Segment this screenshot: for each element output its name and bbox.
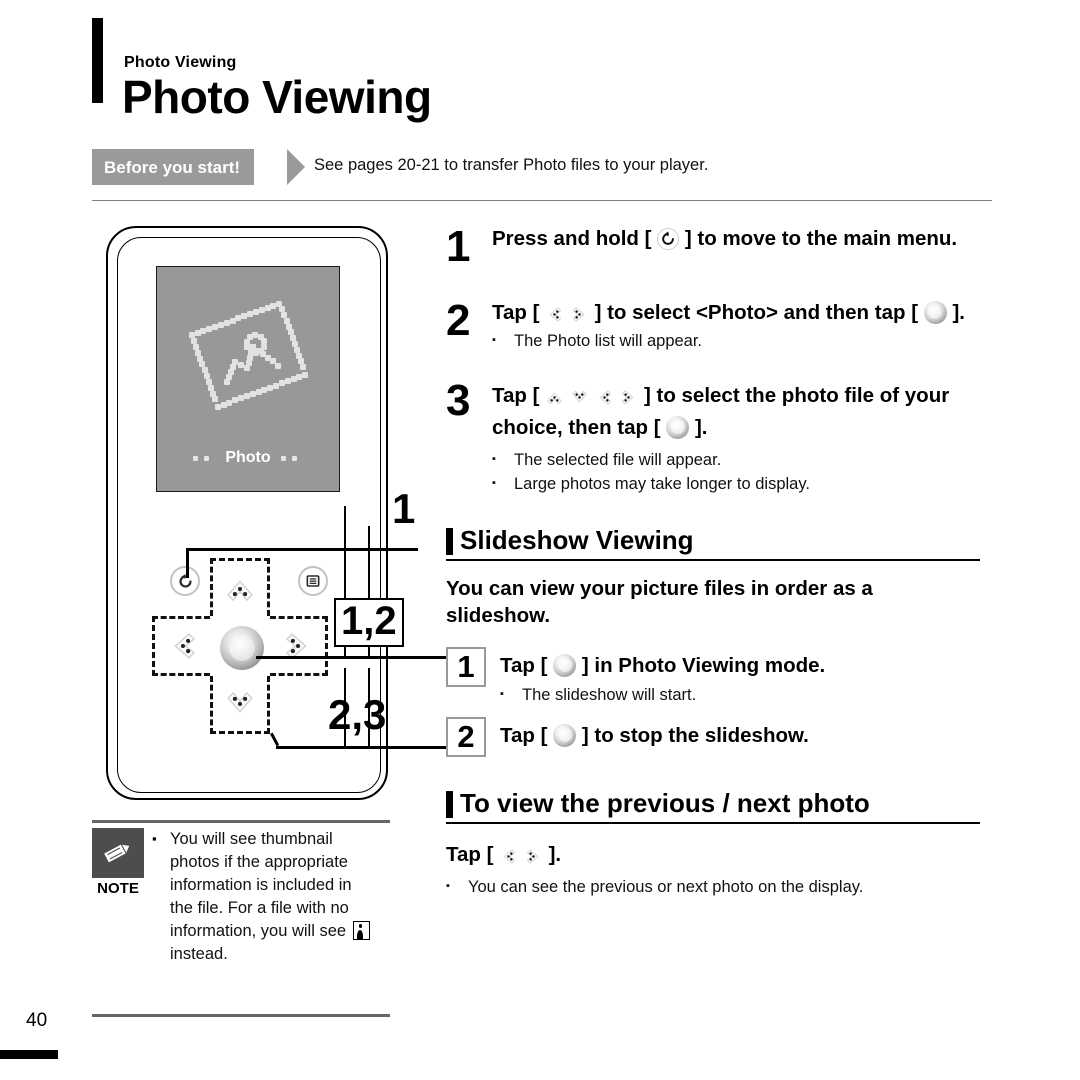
step-1-title: Press and hold [ ] to move to the main m… xyxy=(492,226,994,253)
device-callouts: 1 1,2 2,3 xyxy=(106,226,448,786)
slideshow-step-2-title: Tap [ ] to stop the slideshow. xyxy=(500,723,994,750)
select-round-icon xyxy=(923,300,947,324)
bullet-text: The selected file will appear. xyxy=(514,451,722,470)
slideshow-section-heading: Slideshow Viewing xyxy=(446,525,994,561)
step-3-text-c: ]. xyxy=(694,415,708,439)
step-2-title: Tap [ ] to select <Photo> and then tap [… xyxy=(492,300,994,327)
select-round-icon xyxy=(666,415,690,439)
bullet-text: Large photos may take longer to display. xyxy=(514,474,810,493)
page-footer-bar xyxy=(0,1050,58,1059)
bullet-mark: ▪ xyxy=(492,476,496,489)
left-chevron-icon xyxy=(499,847,518,866)
step-3-bullets: ▪ The selected file will appear. ▪ Large… xyxy=(492,449,994,496)
instructions-column: 1 Press and hold [ ] to move to the main… xyxy=(446,222,994,900)
section-accent-bar xyxy=(446,528,453,556)
bullet-item: ▪ You can see the previous or next photo… xyxy=(446,876,994,899)
step-1-number: 1 xyxy=(446,222,471,271)
step-1: 1 Press and hold [ ] to move to the main… xyxy=(446,222,994,271)
slideshow-step-2-text-a: Tap [ xyxy=(500,723,548,747)
header-divider xyxy=(92,200,992,201)
step-2-text-b: ] to select <Photo> and then tap [ xyxy=(594,300,919,324)
page-number: 40 xyxy=(26,1010,48,1031)
slideshow-lead-text: You can view your picture files in order… xyxy=(446,576,873,627)
slideshow-step-1-number: 1 xyxy=(446,646,486,687)
bullet-text: You can see the previous or next photo o… xyxy=(468,878,864,897)
slideshow-step-2-number: 2 xyxy=(446,716,486,757)
note-block: NOTE ▪ You will see thumbnail photos if … xyxy=(92,820,392,1020)
bullet-item: ▪ Large photos may take longer to displa… xyxy=(492,473,994,496)
return-icon xyxy=(657,228,680,250)
section-rule xyxy=(446,559,980,561)
down-chevron-icon xyxy=(570,388,589,407)
note-bottom-divider xyxy=(92,1014,390,1017)
before-you-start-arrow xyxy=(287,149,305,185)
note-line-2b: instead. xyxy=(170,945,228,964)
right-chevron-icon xyxy=(524,847,543,866)
step-2-text-c: ]. xyxy=(952,300,965,324)
bullet-item: ▪ The slideshow will start. xyxy=(500,684,994,707)
before-you-start-banner: Before you start! See pages 20-21 to tra… xyxy=(92,149,992,187)
select-round-icon xyxy=(553,723,577,747)
before-you-start-tag: Before you start! xyxy=(92,149,255,185)
bullet-text: The Photo list will appear. xyxy=(514,332,703,351)
step-3-number: 3 xyxy=(446,375,471,425)
bullet-mark: ▪ xyxy=(446,880,450,893)
slideshow-step-2: 2 Tap [ ] to stop the slideshow. xyxy=(446,716,994,757)
step-3: 3 Tap [] to select the photo file of yo… xyxy=(446,375,994,496)
note-top-divider xyxy=(92,820,390,823)
callout-leader-return-v xyxy=(186,548,189,578)
slideshow-step-1-text-a: Tap [ xyxy=(500,653,548,677)
section-rule xyxy=(446,821,980,824)
callout-leader-select-h xyxy=(256,656,446,659)
prevnext-section-heading: To view the previous / next photo xyxy=(446,787,994,824)
right-chevron-icon xyxy=(570,305,589,324)
up-chevron-icon xyxy=(545,388,564,407)
prevnext-text-a: Tap [ xyxy=(446,842,494,866)
note-label: NOTE xyxy=(97,880,139,897)
callout-leader-pad-h xyxy=(276,746,448,749)
callout-leader-pad-diag xyxy=(270,732,280,747)
page-header: Photo Viewing Photo Viewing xyxy=(92,18,992,128)
slideshow-step-1-text-b: ] in Photo Viewing mode. xyxy=(581,653,826,677)
prevnext-bullets: ▪ You can see the previous or next photo… xyxy=(446,876,994,899)
right-chevron-icon xyxy=(619,388,638,407)
slideshow-step-1-bullets: ▪ The slideshow will start. xyxy=(500,684,994,707)
step-3-title: Tap [] to select the photo file of your… xyxy=(492,380,994,444)
slideshow-step-2-text-b: ] to stop the slideshow. xyxy=(581,723,809,747)
step-3-text-a: Tap [ xyxy=(492,383,540,407)
bullet-mark: ▪ xyxy=(500,687,504,700)
bullet-mark: ▪ xyxy=(492,453,496,466)
note-bullet-mark: ▪ xyxy=(152,831,157,846)
person-thumbnail-icon xyxy=(352,921,370,941)
page-title: Photo Viewing xyxy=(122,71,432,123)
bullet-text: The slideshow will start. xyxy=(522,685,697,704)
left-chevron-icon xyxy=(545,305,564,324)
callout-label-select: 1,2 xyxy=(334,598,404,647)
slideshow-heading-text: Slideshow Viewing xyxy=(460,525,694,556)
header-accent-bar xyxy=(92,18,103,103)
bullet-mark: ▪ xyxy=(492,334,496,347)
pencil-icon xyxy=(92,828,144,878)
before-you-start-text: See pages 20-21 to transfer Photo files … xyxy=(314,156,709,174)
prevnext-heading-text: To view the previous / next photo xyxy=(460,787,870,818)
step-1-text-b: ] to move to the main menu. xyxy=(684,227,958,250)
bullet-item: ▪ The selected file will appear. xyxy=(492,449,994,472)
step-1-text-a: Press and hold [ xyxy=(492,227,652,250)
prevnext-instruction: Tap [ ]. xyxy=(446,842,994,869)
step-2-number: 2 xyxy=(446,295,471,345)
callout-label-return: 1 xyxy=(392,485,416,532)
select-round-icon xyxy=(553,653,577,677)
step-2: 2 Tap [ ] to select <Photo> and then tap… xyxy=(446,295,994,354)
slideshow-step-1-title: Tap [ ] in Photo Viewing mode. xyxy=(500,653,994,680)
prevnext-text-b: ]. xyxy=(548,842,562,866)
slideshow-step-1: 1 Tap [ ] in Photo Viewing mode. ▪ The s… xyxy=(446,646,994,707)
callout-leader-return-h xyxy=(186,548,418,551)
left-chevron-icon xyxy=(595,388,614,407)
callout-label-pad: 2,3 xyxy=(328,691,387,738)
step-2-bullets: ▪ The Photo list will appear. xyxy=(492,330,994,353)
note-text: You will see thumbnail photos if the app… xyxy=(170,828,375,967)
step-2-text-a: Tap [ xyxy=(492,300,540,324)
bullet-item: ▪ The Photo list will appear. xyxy=(492,330,994,353)
section-accent-bar xyxy=(446,790,453,818)
